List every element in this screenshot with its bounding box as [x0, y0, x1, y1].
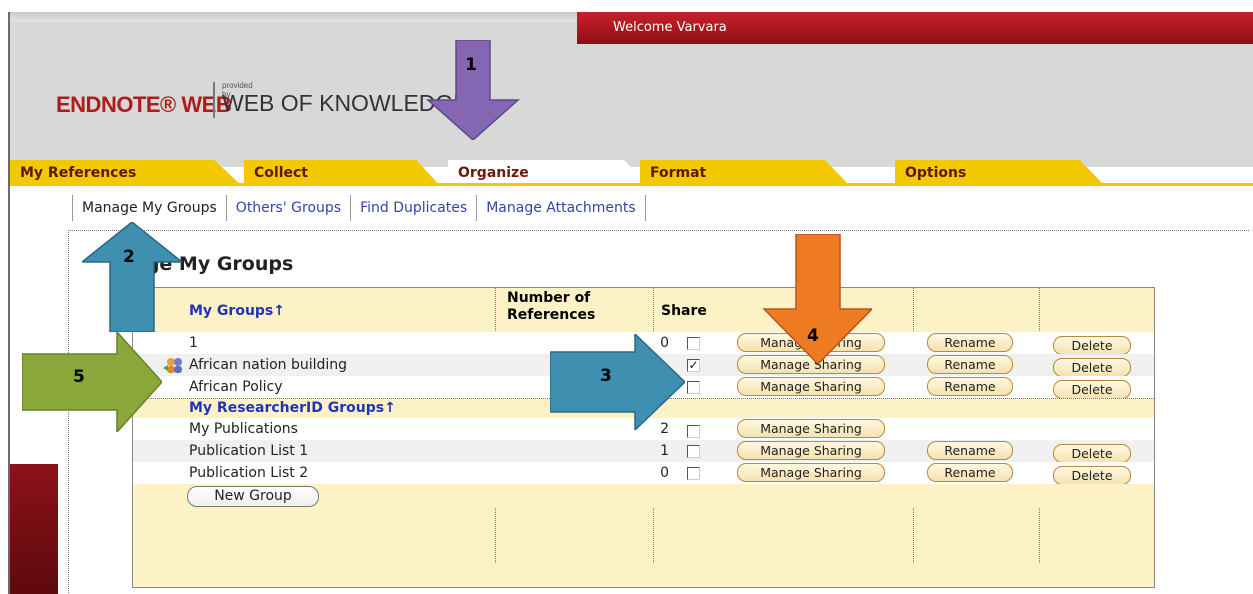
logo-divider: [213, 82, 215, 118]
left-red-decoration: [10, 464, 58, 594]
col-my-groups-label: My Groups: [189, 303, 274, 319]
new-group-button[interactable]: New Group: [187, 486, 319, 507]
welcome-text: Welcome Varvara: [613, 20, 727, 35]
annotation-number-1: 1: [465, 55, 477, 75]
annotation-number-5: 5: [73, 367, 85, 387]
annotation-number-2: 2: [123, 247, 135, 267]
manage-sharing-button[interactable]: Manage Sharing: [737, 463, 885, 482]
caption-fragment: [0, 0, 1253, 4]
group-name[interactable]: African Policy: [189, 379, 283, 395]
shared-group-icon: [163, 356, 185, 378]
rename-button[interactable]: Rename: [927, 377, 1013, 396]
app-window: Welcome Varvara ENDNOTE® WEB provided by…: [8, 12, 1253, 594]
share-checkbox-checked[interactable]: ✓: [687, 359, 700, 372]
share-checkbox[interactable]: [687, 337, 700, 350]
sort-arrow-icon: ↑: [273, 303, 286, 319]
col-share: Share: [661, 303, 707, 319]
subnav-manage-attachments[interactable]: Manage Attachments: [476, 195, 644, 221]
group-name[interactable]: African nation building: [189, 357, 347, 373]
annotation-number-4: 4: [807, 326, 819, 346]
researcherid-groups-label: My ResearcherID Groups: [189, 400, 385, 416]
delete-button[interactable]: Delete: [1053, 380, 1131, 399]
rename-button[interactable]: Rename: [927, 333, 1013, 352]
subnav-manage-my-groups[interactable]: Manage My Groups: [72, 195, 226, 221]
table-header: My Groups↑ Number of References Share: [133, 288, 1154, 332]
col-number-line2: References: [507, 307, 596, 323]
sort-arrow-icon: ↑: [384, 400, 396, 416]
manage-sharing-button[interactable]: Manage Sharing: [737, 419, 885, 438]
rename-button[interactable]: Rename: [927, 355, 1013, 374]
manage-sharing-button[interactable]: Manage Sharing: [737, 377, 885, 396]
subnav-others-groups[interactable]: Others' Groups: [225, 195, 350, 221]
share-checkbox[interactable]: [687, 425, 700, 438]
table-row: Publication List 1 1 Manage Sharing Rena…: [133, 440, 1154, 463]
group-name[interactable]: 1: [189, 335, 198, 351]
share-checkbox[interactable]: [687, 467, 700, 480]
annotation-arrow-5: [22, 332, 162, 432]
share-checkbox[interactable]: [687, 445, 700, 458]
group-name[interactable]: Publication List 1: [189, 443, 308, 459]
groups-table: My Groups↑ Number of References Share 1 0…: [132, 287, 1155, 588]
rename-button[interactable]: Rename: [927, 463, 1013, 482]
manage-sharing-button[interactable]: Manage Sharing: [737, 441, 885, 460]
subnav-find-duplicates[interactable]: Find Duplicates: [350, 195, 476, 221]
endnote-logo: ENDNOTE® WEB: [56, 92, 232, 117]
col-number-of-references: Number of References: [507, 290, 595, 324]
tab-underline: [10, 183, 1253, 186]
rename-button[interactable]: Rename: [927, 441, 1013, 460]
subnav-divider: [644, 195, 646, 221]
reference-count: 1: [660, 443, 669, 459]
col-my-groups[interactable]: My Groups↑: [189, 303, 285, 319]
delete-button[interactable]: Delete: [1053, 444, 1131, 463]
annotation-number-3: 3: [600, 366, 612, 386]
table-footer: New Group: [133, 484, 1154, 508]
share-checkbox[interactable]: [687, 381, 700, 394]
group-name[interactable]: Publication List 2: [189, 465, 308, 481]
annotation-arrow-3: [550, 334, 685, 430]
welcome-bar: Welcome Varvara: [577, 12, 1253, 44]
researcherid-groups-heading[interactable]: My ResearcherID Groups↑: [189, 400, 396, 416]
delete-button[interactable]: Delete: [1053, 466, 1131, 485]
delete-button[interactable]: Delete: [1053, 358, 1131, 377]
subnav: Manage My Groups Others' Groups Find Dup…: [72, 193, 646, 223]
annotation-arrow-2: [82, 222, 182, 332]
col-number-line1: Number of: [507, 290, 591, 306]
delete-button[interactable]: Delete: [1053, 336, 1131, 355]
group-name[interactable]: My Publications: [189, 421, 298, 437]
reference-count: 0: [660, 465, 669, 481]
